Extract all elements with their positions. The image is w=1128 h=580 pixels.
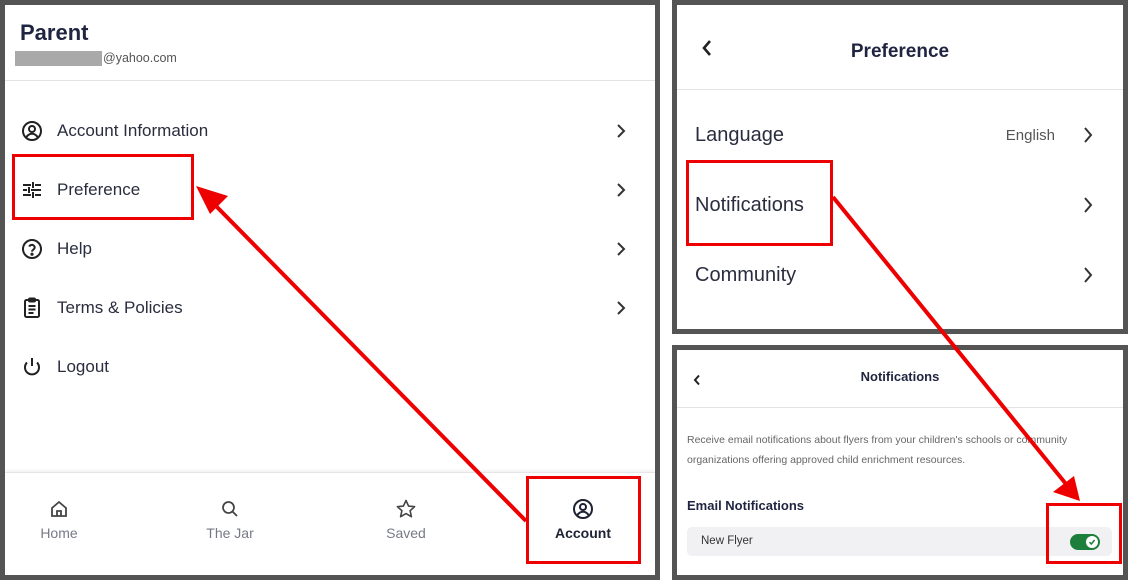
menu-item-logout[interactable]: Logout bbox=[20, 347, 630, 387]
preference-header: Preference bbox=[677, 5, 1123, 90]
nav-item-home[interactable]: Home bbox=[5, 497, 119, 541]
preference-row-label: Language bbox=[695, 123, 784, 146]
nav-item-the-jar[interactable]: The Jar bbox=[170, 497, 290, 541]
notifications-description: Receive email notifications about flyers… bbox=[687, 434, 1068, 466]
search-icon bbox=[170, 497, 290, 521]
chevron-right-icon bbox=[1084, 267, 1093, 283]
chevron-right-icon bbox=[617, 183, 626, 197]
user-circle-icon bbox=[20, 119, 44, 143]
notifications-header: Notifications bbox=[677, 350, 1123, 408]
preference-row-label: Community bbox=[695, 263, 797, 286]
star-icon bbox=[346, 497, 466, 521]
account-email: @yahoo.com bbox=[15, 50, 177, 66]
menu-item-terms-policies[interactable]: Terms & Policies bbox=[20, 288, 630, 328]
preference-row-value: English bbox=[1005, 126, 1055, 144]
home-icon bbox=[5, 497, 119, 521]
highlight-account-tab bbox=[526, 476, 641, 564]
chevron-right-icon bbox=[1084, 127, 1093, 143]
new-flyer-label: New Flyer bbox=[701, 535, 753, 547]
nav-label: The Jar bbox=[206, 525, 254, 541]
menu-label: Logout bbox=[57, 357, 109, 376]
question-circle-icon bbox=[20, 237, 44, 261]
notifications-title: Notifications bbox=[860, 369, 940, 384]
account-title: Parent bbox=[20, 20, 89, 45]
highlight-notifications-row bbox=[686, 160, 833, 246]
menu-label: Account Information bbox=[57, 121, 209, 140]
chevron-right-icon bbox=[1084, 197, 1093, 213]
menu-label: Terms & Policies bbox=[57, 298, 183, 317]
highlight-preference bbox=[12, 154, 194, 220]
nav-label: Saved bbox=[386, 525, 426, 541]
highlight-new-flyer-toggle bbox=[1046, 503, 1122, 564]
chevron-right-icon bbox=[617, 301, 626, 315]
nav-item-saved[interactable]: Saved bbox=[346, 497, 466, 541]
account-email-text: @yahoo.com bbox=[103, 51, 177, 65]
email-notifications-heading: Email Notifications bbox=[687, 498, 805, 513]
chevron-right-icon bbox=[617, 242, 626, 256]
email-redaction bbox=[15, 50, 102, 66]
nav-label: Home bbox=[40, 525, 78, 541]
account-header: Parent @yahoo.com bbox=[5, 5, 655, 81]
chevron-right-icon bbox=[617, 124, 626, 138]
menu-item-account-information[interactable]: Account Information bbox=[20, 111, 630, 151]
clipboard-icon bbox=[20, 296, 44, 320]
preference-row-language[interactable]: Language English bbox=[695, 115, 1115, 155]
preference-title: Preference bbox=[850, 41, 950, 62]
menu-label: Help bbox=[57, 239, 92, 258]
preference-row-community[interactable]: Community bbox=[695, 255, 1115, 295]
menu-item-help[interactable]: Help bbox=[20, 229, 630, 269]
power-icon bbox=[20, 355, 44, 379]
